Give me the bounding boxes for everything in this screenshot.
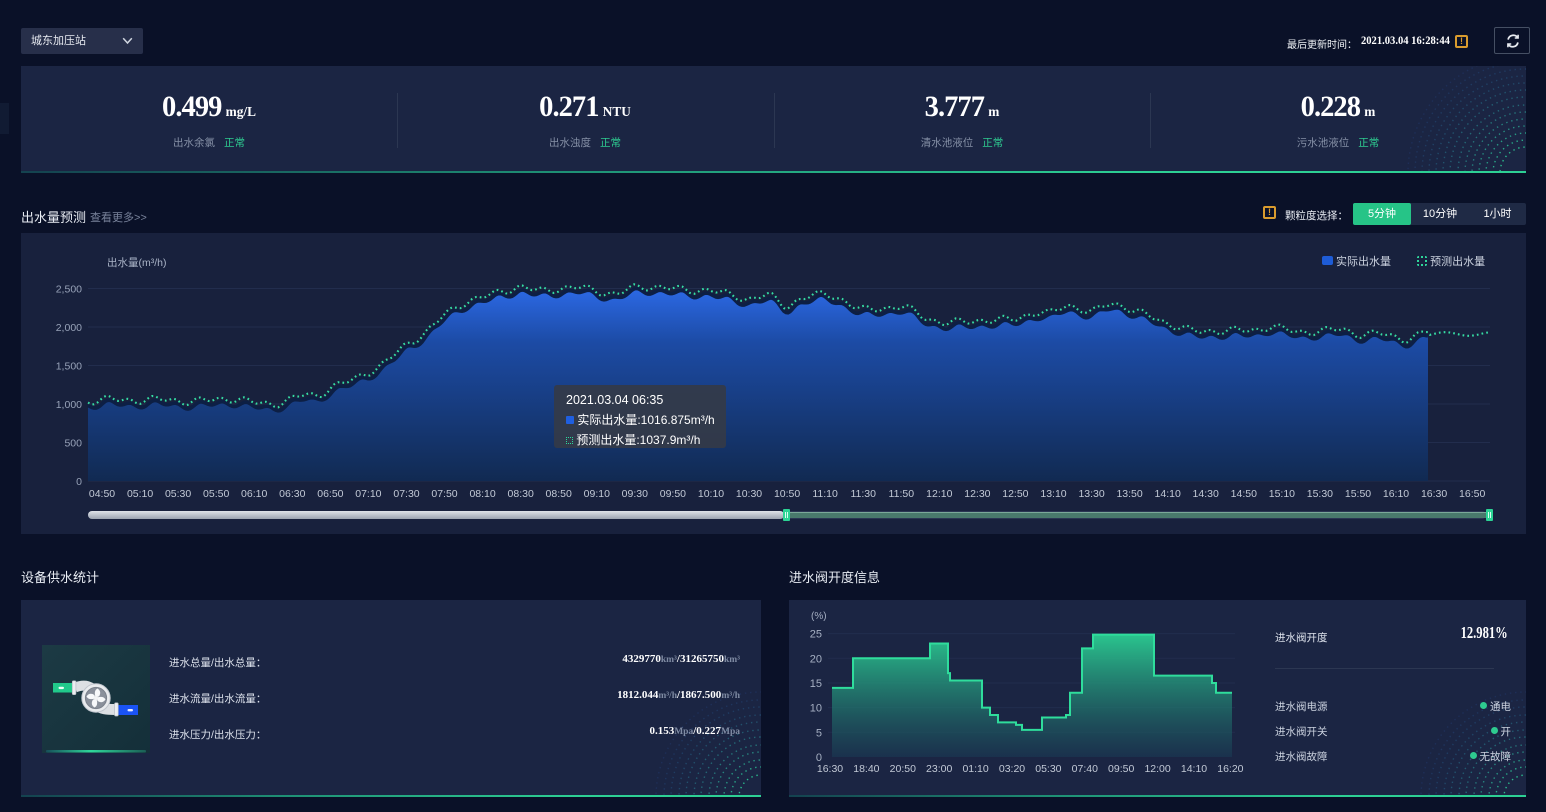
- svg-text:09:10: 09:10: [584, 488, 610, 500]
- svg-text:12:10: 12:10: [926, 488, 952, 500]
- svg-text:16:30: 16:30: [1421, 488, 1447, 500]
- svg-text:25: 25: [810, 629, 822, 641]
- svg-text:05:30: 05:30: [165, 488, 191, 500]
- svg-text:12:50: 12:50: [1002, 488, 1028, 500]
- svg-text:09:30: 09:30: [622, 488, 648, 500]
- svg-text:14:10: 14:10: [1155, 488, 1181, 500]
- svg-text:12:00: 12:00: [1144, 763, 1170, 775]
- svg-text:16:20: 16:20: [1217, 763, 1243, 775]
- svg-text:03:20: 03:20: [999, 763, 1025, 775]
- svg-text:10:10: 10:10: [698, 488, 724, 500]
- svg-text:23:00: 23:00: [926, 763, 952, 775]
- svg-text:10: 10: [810, 703, 822, 715]
- svg-text:09:50: 09:50: [1108, 763, 1134, 775]
- svg-text:20:50: 20:50: [890, 763, 916, 775]
- svg-text:13:30: 13:30: [1078, 488, 1104, 500]
- svg-text:12:30: 12:30: [964, 488, 990, 500]
- svg-text:05:10: 05:10: [127, 488, 153, 500]
- svg-text:16:10: 16:10: [1383, 488, 1409, 500]
- svg-text:10:50: 10:50: [774, 488, 800, 500]
- svg-text:15:10: 15:10: [1269, 488, 1295, 500]
- svg-text:08:50: 08:50: [546, 488, 572, 500]
- svg-text:15: 15: [810, 678, 822, 690]
- svg-text:15:30: 15:30: [1307, 488, 1333, 500]
- svg-text:07:40: 07:40: [1072, 763, 1098, 775]
- svg-text:15:50: 15:50: [1345, 488, 1371, 500]
- svg-text:11:10: 11:10: [812, 488, 838, 500]
- svg-text:09:50: 09:50: [660, 488, 686, 500]
- svg-text:11:50: 11:50: [889, 488, 915, 500]
- svg-text:14:10: 14:10: [1181, 763, 1207, 775]
- svg-text:10:30: 10:30: [736, 488, 762, 500]
- svg-text:16:30: 16:30: [817, 763, 843, 775]
- svg-text:14:50: 14:50: [1231, 488, 1257, 500]
- svg-text:04:50: 04:50: [89, 488, 115, 500]
- svg-text:1,000: 1,000: [56, 399, 82, 411]
- svg-text:05:30: 05:30: [1035, 763, 1061, 775]
- svg-text:16:50: 16:50: [1459, 488, 1485, 500]
- svg-text:500: 500: [64, 438, 82, 450]
- svg-text:06:30: 06:30: [279, 488, 305, 500]
- svg-text:01:10: 01:10: [962, 763, 988, 775]
- svg-text:13:50: 13:50: [1116, 488, 1142, 500]
- svg-text:07:10: 07:10: [355, 488, 381, 500]
- svg-text:06:50: 06:50: [317, 488, 343, 500]
- svg-text:18:40: 18:40: [853, 763, 879, 775]
- svg-text:2,000: 2,000: [56, 322, 82, 334]
- svg-text:20: 20: [810, 653, 822, 665]
- svg-text:07:30: 07:30: [393, 488, 419, 500]
- svg-text:07:50: 07:50: [431, 488, 457, 500]
- svg-text:08:10: 08:10: [469, 488, 495, 500]
- svg-text:1,500: 1,500: [56, 361, 82, 373]
- svg-text:5: 5: [816, 727, 822, 739]
- svg-text:11:30: 11:30: [850, 488, 876, 500]
- svg-text:08:30: 08:30: [508, 488, 534, 500]
- svg-text:2,500: 2,500: [56, 284, 82, 296]
- svg-text:06:10: 06:10: [241, 488, 267, 500]
- svg-text:14:30: 14:30: [1193, 488, 1219, 500]
- svg-text:05:50: 05:50: [203, 488, 229, 500]
- svg-text:13:10: 13:10: [1040, 488, 1066, 500]
- svg-text:0: 0: [76, 476, 82, 488]
